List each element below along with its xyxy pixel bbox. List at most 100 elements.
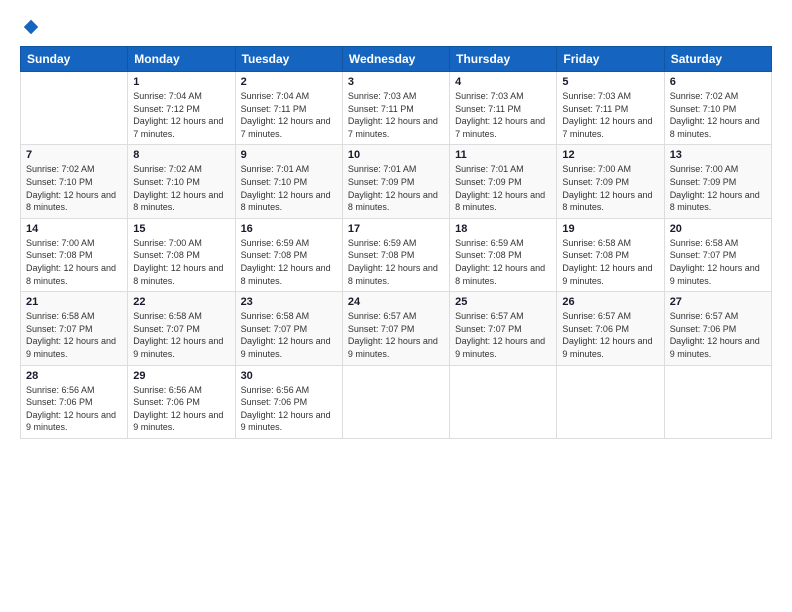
cell-content: Sunrise: 6:58 AMSunset: 7:07 PMDaylight:…	[670, 237, 766, 287]
cell-content: Sunrise: 7:02 AMSunset: 7:10 PMDaylight:…	[670, 90, 766, 140]
weekday-header-row: SundayMondayTuesdayWednesdayThursdayFrid…	[21, 47, 772, 72]
calendar-cell	[450, 365, 557, 438]
calendar: SundayMondayTuesdayWednesdayThursdayFrid…	[20, 46, 772, 439]
calendar-cell: 3 Sunrise: 7:03 AMSunset: 7:11 PMDaylight…	[342, 72, 449, 145]
cell-content: Sunrise: 6:57 AMSunset: 7:06 PMDaylight:…	[562, 310, 658, 360]
calendar-cell: 28 Sunrise: 6:56 AMSunset: 7:06 PMDayligh…	[21, 365, 128, 438]
cell-content: Sunrise: 7:01 AMSunset: 7:09 PMDaylight:…	[455, 163, 551, 213]
calendar-cell: 17Sunrise: 6:59 AMSunset: 7:08 PMDayligh…	[342, 218, 449, 291]
weekday-header-wednesday: Wednesday	[342, 47, 449, 72]
weekday-header-saturday: Saturday	[664, 47, 771, 72]
day-number: 11	[455, 149, 551, 161]
day-number: 24	[348, 296, 444, 308]
calendar-cell: 6 Sunrise: 7:02 AMSunset: 7:10 PMDaylight…	[664, 72, 771, 145]
day-number: 13	[670, 149, 766, 161]
calendar-cell: 24 Sunrise: 6:57 AMSunset: 7:07 PMDayligh…	[342, 292, 449, 365]
calendar-week-3: 21Sunrise: 6:58 AMSunset: 7:07 PMDayligh…	[21, 292, 772, 365]
cell-content: Sunrise: 7:02 AMSunset: 7:10 PMDaylight:…	[26, 163, 122, 213]
day-number: 23	[241, 296, 337, 308]
weekday-header-thursday: Thursday	[450, 47, 557, 72]
calendar-cell: 22 Sunrise: 6:58 AMSunset: 7:07 PMDayligh…	[128, 292, 235, 365]
day-number: 27	[670, 296, 766, 308]
day-number: 28	[26, 370, 122, 382]
weekday-header-friday: Friday	[557, 47, 664, 72]
day-number: 20	[670, 223, 766, 235]
day-number: 7	[26, 149, 122, 161]
day-number: 25	[455, 296, 551, 308]
day-number: 30	[241, 370, 337, 382]
day-number: 19	[562, 223, 658, 235]
day-number: 17	[348, 223, 444, 235]
calendar-cell: 4 Sunrise: 7:03 AMSunset: 7:11 PMDaylight…	[450, 72, 557, 145]
calendar-cell	[664, 365, 771, 438]
cell-content: Sunrise: 6:56 AMSunset: 7:06 PMDaylight:…	[133, 384, 229, 434]
calendar-cell: 18Sunrise: 6:59 AMSunset: 7:08 PMDayligh…	[450, 218, 557, 291]
cell-content: Sunrise: 7:03 AMSunset: 7:11 PMDaylight:…	[455, 90, 551, 140]
cell-content: Sunrise: 7:03 AMSunset: 7:11 PMDaylight:…	[562, 90, 658, 140]
calendar-week-4: 28 Sunrise: 6:56 AMSunset: 7:06 PMDayligh…	[21, 365, 772, 438]
calendar-cell: 13Sunrise: 7:00 AMSunset: 7:09 PMDayligh…	[664, 145, 771, 218]
calendar-cell: 10Sunrise: 7:01 AMSunset: 7:09 PMDayligh…	[342, 145, 449, 218]
day-number: 5	[562, 76, 658, 88]
weekday-header-monday: Monday	[128, 47, 235, 72]
calendar-cell: 19 Sunrise: 6:58 AMSunset: 7:08 PMDayligh…	[557, 218, 664, 291]
calendar-cell: 12Sunrise: 7:00 AMSunset: 7:09 PMDayligh…	[557, 145, 664, 218]
cell-content: Sunrise: 6:57 AMSunset: 7:06 PMDaylight:…	[670, 310, 766, 360]
day-number: 16	[241, 223, 337, 235]
weekday-header-sunday: Sunday	[21, 47, 128, 72]
calendar-cell: 26 Sunrise: 6:57 AMSunset: 7:06 PMDayligh…	[557, 292, 664, 365]
day-number: 6	[670, 76, 766, 88]
calendar-cell: 14 Sunrise: 7:00 AMSunset: 7:08 PMDayligh…	[21, 218, 128, 291]
cell-content: Sunrise: 7:02 AMSunset: 7:10 PMDaylight:…	[133, 163, 229, 213]
cell-content: Sunrise: 6:58 AMSunset: 7:07 PMDaylight:…	[133, 310, 229, 360]
weekday-header-tuesday: Tuesday	[235, 47, 342, 72]
cell-content: Sunrise: 7:01 AMSunset: 7:09 PMDaylight:…	[348, 163, 444, 213]
day-number: 15	[133, 223, 229, 235]
calendar-cell: 16Sunrise: 6:59 AMSunset: 7:08 PMDayligh…	[235, 218, 342, 291]
day-number: 8	[133, 149, 229, 161]
day-number: 9	[241, 149, 337, 161]
cell-content: Sunrise: 7:03 AMSunset: 7:11 PMDaylight:…	[348, 90, 444, 140]
header	[20, 18, 772, 36]
calendar-cell: 25 Sunrise: 6:57 AMSunset: 7:07 PMDayligh…	[450, 292, 557, 365]
cell-content: Sunrise: 7:00 AMSunset: 7:08 PMDaylight:…	[133, 237, 229, 287]
calendar-cell: 8 Sunrise: 7:02 AMSunset: 7:10 PMDaylight…	[128, 145, 235, 218]
calendar-cell	[557, 365, 664, 438]
day-number: 14	[26, 223, 122, 235]
cell-content: Sunrise: 6:58 AMSunset: 7:08 PMDaylight:…	[562, 237, 658, 287]
calendar-cell	[342, 365, 449, 438]
calendar-week-2: 14 Sunrise: 7:00 AMSunset: 7:08 PMDayligh…	[21, 218, 772, 291]
calendar-cell: 7 Sunrise: 7:02 AMSunset: 7:10 PMDaylight…	[21, 145, 128, 218]
day-number: 29	[133, 370, 229, 382]
day-number: 1	[133, 76, 229, 88]
logo	[20, 18, 40, 36]
cell-content: Sunrise: 6:58 AMSunset: 7:07 PMDaylight:…	[241, 310, 337, 360]
calendar-cell: 21Sunrise: 6:58 AMSunset: 7:07 PMDayligh…	[21, 292, 128, 365]
calendar-cell: 27 Sunrise: 6:57 AMSunset: 7:06 PMDayligh…	[664, 292, 771, 365]
calendar-cell: 23 Sunrise: 6:58 AMSunset: 7:07 PMDayligh…	[235, 292, 342, 365]
day-number: 4	[455, 76, 551, 88]
calendar-cell	[21, 72, 128, 145]
calendar-cell: 2 Sunrise: 7:04 AMSunset: 7:11 PMDaylight…	[235, 72, 342, 145]
cell-content: Sunrise: 6:57 AMSunset: 7:07 PMDaylight:…	[348, 310, 444, 360]
cell-content: Sunrise: 7:01 AMSunset: 7:10 PMDaylight:…	[241, 163, 337, 213]
calendar-week-0: 1 Sunrise: 7:04 AMSunset: 7:12 PMDaylight…	[21, 72, 772, 145]
cell-content: Sunrise: 7:04 AMSunset: 7:12 PMDaylight:…	[133, 90, 229, 140]
calendar-cell: 29 Sunrise: 6:56 AMSunset: 7:06 PMDayligh…	[128, 365, 235, 438]
day-number: 26	[562, 296, 658, 308]
cell-content: Sunrise: 6:58 AMSunset: 7:07 PMDaylight:…	[26, 310, 122, 360]
logo-icon	[22, 18, 40, 36]
calendar-week-1: 7 Sunrise: 7:02 AMSunset: 7:10 PMDaylight…	[21, 145, 772, 218]
calendar-cell: 15 Sunrise: 7:00 AMSunset: 7:08 PMDayligh…	[128, 218, 235, 291]
day-number: 2	[241, 76, 337, 88]
calendar-cell: 9 Sunrise: 7:01 AMSunset: 7:10 PMDaylight…	[235, 145, 342, 218]
day-number: 22	[133, 296, 229, 308]
cell-content: Sunrise: 6:56 AMSunset: 7:06 PMDaylight:…	[26, 384, 122, 434]
cell-content: Sunrise: 7:00 AMSunset: 7:08 PMDaylight:…	[26, 237, 122, 287]
calendar-cell: 20 Sunrise: 6:58 AMSunset: 7:07 PMDayligh…	[664, 218, 771, 291]
cell-content: Sunrise: 7:04 AMSunset: 7:11 PMDaylight:…	[241, 90, 337, 140]
cell-content: Sunrise: 6:56 AMSunset: 7:06 PMDaylight:…	[241, 384, 337, 434]
cell-content: Sunrise: 6:57 AMSunset: 7:07 PMDaylight:…	[455, 310, 551, 360]
day-number: 3	[348, 76, 444, 88]
page: SundayMondayTuesdayWednesdayThursdayFrid…	[0, 0, 792, 449]
